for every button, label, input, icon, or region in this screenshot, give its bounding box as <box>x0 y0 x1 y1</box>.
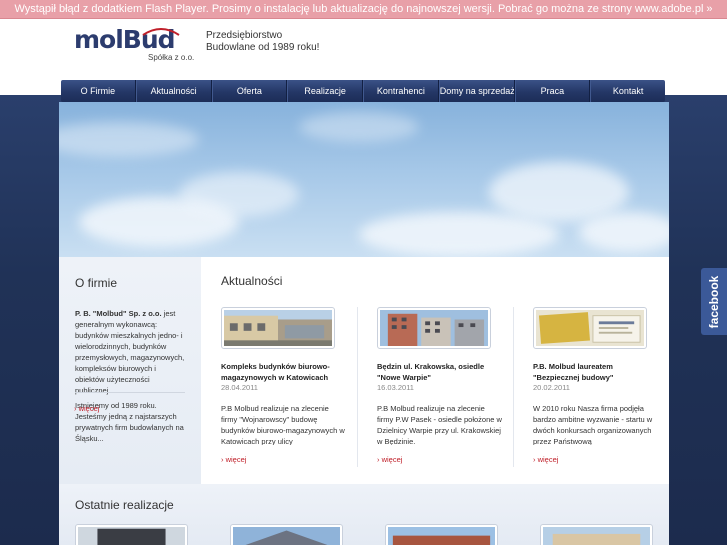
recent-projects-title: Ostatnie realizacje <box>75 498 174 512</box>
facebook-label: facebook <box>707 275 721 328</box>
news-separator <box>357 307 358 467</box>
nav-item-praca[interactable]: Praca <box>514 80 591 102</box>
about-sidebar: O firmie P. B. "Molbud" Sp. z o.o. jest … <box>59 257 201 484</box>
project-thumbnail[interactable] <box>230 524 343 545</box>
news-item: Kompleks budynków biurowo-magazynowych w… <box>221 307 346 464</box>
about-more-link[interactable]: › więcej <box>74 404 99 413</box>
project-thumbnail[interactable] <box>75 524 188 545</box>
nav-item-oferta[interactable]: Oferta <box>211 80 288 102</box>
project-thumbnail[interactable] <box>385 524 498 545</box>
apartment-block-photo-icon <box>380 310 488 346</box>
news-thumbnail[interactable] <box>533 307 647 349</box>
news-more-link[interactable]: › więcej <box>221 455 346 464</box>
news-date: 28.04.2011 <box>221 383 258 392</box>
nav-item-kontakt[interactable]: Kontakt <box>590 80 665 102</box>
news-date: 16.03.2011 <box>377 383 414 392</box>
nav-item-domy-na-sprzedaz[interactable]: Domy na sprzedaż <box>438 80 515 102</box>
logo-arc-icon <box>142 28 180 36</box>
nav-item-realizacje[interactable]: Realizacje <box>287 80 363 102</box>
main-panel: O firmie P. B. "Molbud" Sp. z o.o. jest … <box>59 102 669 545</box>
news-excerpt: P.B Molbud realizuje na zlecenie firmy "… <box>221 404 345 445</box>
news-thumbnail[interactable] <box>377 307 491 349</box>
news-more-link[interactable]: › więcej <box>377 455 502 464</box>
flash-error-bar: Wystąpił błąd z dodatkiem Flash Player. … <box>0 0 727 19</box>
logo[interactable]: molBud Spółka z o.o. <box>74 26 194 64</box>
about-company-name: P. B. "Molbud" Sp. z o.o. <box>75 309 162 318</box>
award-certificate-photo-icon <box>536 310 644 346</box>
news-item: Będzin ul. Krakowska, osiedle "Nowe Warp… <box>377 307 502 464</box>
flash-error-message: Wystąpił błąd z dodatkiem Flash Player. … <box>14 3 632 15</box>
about-title: O firmie <box>75 276 117 290</box>
news-more-link[interactable]: › więcej <box>533 455 658 464</box>
project-photo-icon <box>543 527 650 545</box>
adobe-link[interactable]: www.adobe.pl <box>635 3 704 15</box>
logo-subtitle: Spółka z o.o. <box>148 53 195 62</box>
main-nav: O Firmie Aktualności Oferta Realizacje K… <box>61 80 665 102</box>
adobe-link-arrow[interactable]: » <box>706 3 712 15</box>
nav-item-aktualnosci[interactable]: Aktualności <box>135 80 212 102</box>
nav-item-kontrahenci[interactable]: Kontrahenci <box>363 80 439 102</box>
news-thumbnail[interactable] <box>221 307 335 349</box>
recent-projects: Ostatnie realizacje <box>59 484 669 545</box>
about-divider <box>75 392 185 393</box>
project-photo-icon <box>233 527 340 545</box>
news-excerpt: P.B Molbud realizuje na zlecenie firmy P… <box>377 404 502 445</box>
news-headline[interactable]: Będzin ul. Krakowska, osiedle "Nowe Warp… <box>377 361 502 383</box>
facebook-tab[interactable]: facebook <box>701 268 727 335</box>
news-title: Aktualności <box>221 274 283 288</box>
building-photo-icon <box>224 310 332 346</box>
project-photo-icon <box>78 527 185 545</box>
project-photo-icon <box>388 527 495 545</box>
news-headline[interactable]: P.B. Molbud laureatem "Bezpiecznej budow… <box>533 361 658 383</box>
news-separator <box>513 307 514 467</box>
news-headline[interactable]: Kompleks budynków biurowo-magazynowych w… <box>221 361 346 383</box>
nav-item-o-firmie[interactable]: O Firmie <box>61 80 136 102</box>
sky-banner <box>59 102 669 257</box>
news-excerpt: W 2010 roku Nasza firma podjęła bardzo a… <box>533 404 653 445</box>
news-item: P.B. Molbud laureatem "Bezpiecznej budow… <box>533 307 658 464</box>
project-thumbnail[interactable] <box>540 524 653 545</box>
tagline: Przedsiębiorstwo Budowlane od 1989 roku! <box>206 30 320 53</box>
news-date: 20.02.2011 <box>533 383 570 392</box>
about-paragraph-1: jest generalnym wykonawcą: budynków mies… <box>75 309 185 395</box>
about-text: P. B. "Molbud" Sp. z o.o. jest generalny… <box>75 308 187 448</box>
